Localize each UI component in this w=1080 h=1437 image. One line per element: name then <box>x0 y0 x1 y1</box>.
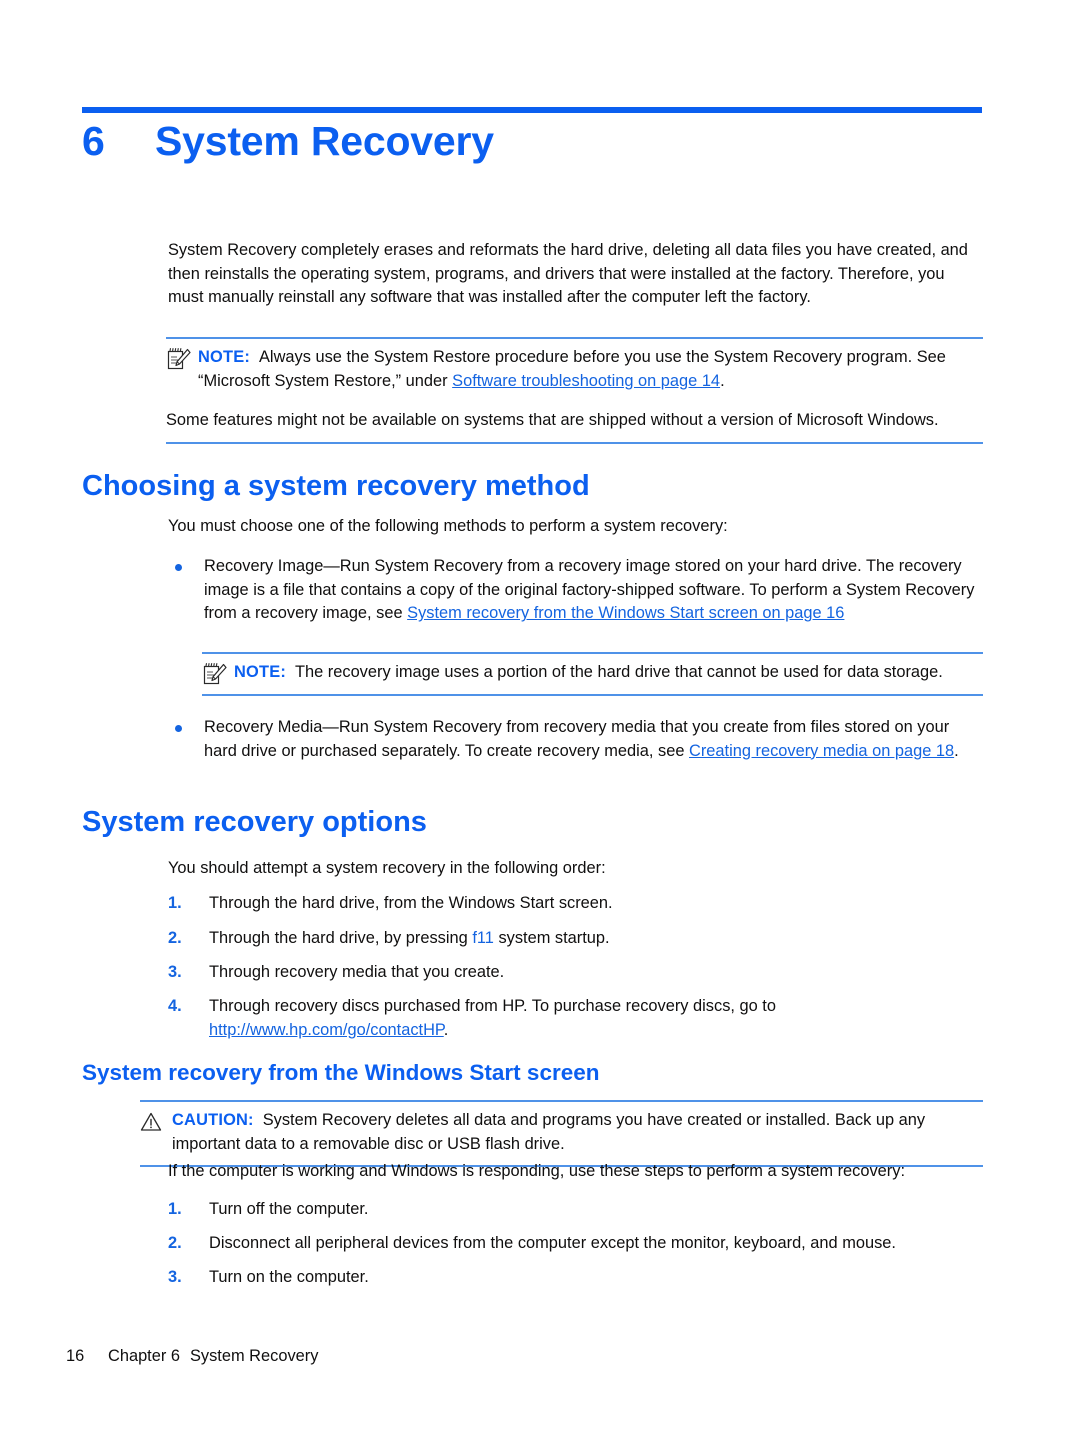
options-intro: You should attempt a system recovery in … <box>168 859 606 877</box>
note-text: The recovery image uses a portion of the… <box>295 663 943 681</box>
step-marker: 3. <box>168 963 182 981</box>
step-marker: 3. <box>168 1268 182 1286</box>
step-text-after-key: system startup. <box>493 929 610 947</box>
footer-page-number: 16 <box>66 1347 85 1365</box>
heading-choosing-method: Choosing a system recovery method <box>82 470 590 502</box>
step-text-before-key: Through the hard drive, by pressing <box>209 929 473 947</box>
caution-body: CAUTION: System Recovery deletes all data… <box>140 1109 983 1156</box>
link-creating-recovery-media[interactable]: Creating recovery media on page 18 <box>689 742 954 760</box>
link-hp-contact-url[interactable]: http://www.hp.com/go/contactHP <box>209 1021 444 1039</box>
note-label: NOTE: <box>234 663 286 681</box>
step-text: Disconnect all peripheral devices from t… <box>209 1234 896 1252</box>
step-marker: 4. <box>168 997 182 1015</box>
caution-block: CAUTION: System Recovery deletes all data… <box>140 1100 983 1168</box>
step-text: Turn off the computer. <box>209 1200 369 1218</box>
note-icon <box>166 347 192 371</box>
key-reference-f11: f11 <box>472 929 494 947</box>
step-start-3: 3. Turn on the computer. <box>168 1266 983 1290</box>
step-text: Through recovery media that you create. <box>209 963 505 981</box>
chapter-number: 6 <box>82 118 105 164</box>
step-text: Turn on the computer. <box>209 1268 369 1286</box>
heading-start-screen-recovery: System recovery from the Windows Start s… <box>82 1060 600 1085</box>
step-text-after-link: . <box>443 1020 449 1039</box>
intro-paragraph: System Recovery completely erases and re… <box>168 241 968 307</box>
bullet-recovery-image: Recovery Image—Run System Recovery from … <box>168 555 983 626</box>
bullet-text-after-link: . <box>954 741 959 760</box>
bullet-dot-icon <box>175 564 182 571</box>
step-text: Through the hard drive, from the Windows… <box>209 894 613 912</box>
step-marker: 1. <box>168 894 182 912</box>
note-body: NOTE: Always use the System Restore proce… <box>166 346 983 433</box>
step-option-4: 4. Through recovery discs purchased from… <box>168 995 983 1042</box>
bullet-recovery-media: Recovery Media—Run System Recovery from … <box>168 716 983 763</box>
page-title: 6 System Recovery <box>82 118 982 165</box>
step-start-1: 1. Turn off the computer. <box>168 1198 983 1222</box>
step-start-2: 2. Disconnect all peripheral devices fro… <box>168 1232 983 1256</box>
step-text-before-link: Through recovery discs purchased from HP… <box>209 997 776 1015</box>
step-option-3: 3. Through recovery media that you creat… <box>168 961 983 985</box>
note-following-paragraph: Some features might not be available on … <box>166 411 939 430</box>
step-option-2: 2. Through the hard drive, by pressing f… <box>168 927 983 951</box>
note-icon <box>202 662 228 686</box>
footer-chapter-label: Chapter 6 <box>108 1347 180 1365</box>
caution-text: System Recovery deletes all data and pro… <box>172 1111 926 1153</box>
note-block-recovery-image: NOTE: The recovery image uses a portion o… <box>202 652 983 696</box>
link-software-troubleshooting[interactable]: Software troubleshooting on page 14 <box>452 372 720 390</box>
footer-chapter-title: System Recovery <box>189 1347 319 1365</box>
caution-icon <box>140 1110 166 1134</box>
choosing-intro: You must choose one of the following met… <box>168 517 728 535</box>
note-label: NOTE: <box>198 348 250 366</box>
note-body: NOTE: The recovery image uses a portion o… <box>202 661 983 685</box>
caution-label: CAUTION: <box>172 1111 254 1129</box>
bullet-dot-icon <box>175 725 182 732</box>
step-option-1: 1. Through the hard drive, from the Wind… <box>168 892 983 916</box>
note-block-system-restore: NOTE: Always use the System Restore proce… <box>166 337 983 444</box>
chapter-title-text: System Recovery <box>155 118 494 164</box>
page-footer: 16 Chapter 6 System Recovery <box>66 1347 318 1366</box>
step-marker: 2. <box>168 1234 182 1252</box>
step-marker: 1. <box>168 1200 182 1218</box>
chapter-rule <box>82 107 982 113</box>
note-text-after-link: . <box>720 371 725 390</box>
link-system-recovery-start-screen[interactable]: System recovery from the Windows Start s… <box>407 604 844 622</box>
document-page: 6 System Recovery System Recovery complet… <box>0 0 1080 1437</box>
start-screen-intro: If the computer is working and Windows i… <box>168 1162 905 1180</box>
step-marker: 2. <box>168 929 182 947</box>
heading-recovery-options: System recovery options <box>82 806 427 838</box>
